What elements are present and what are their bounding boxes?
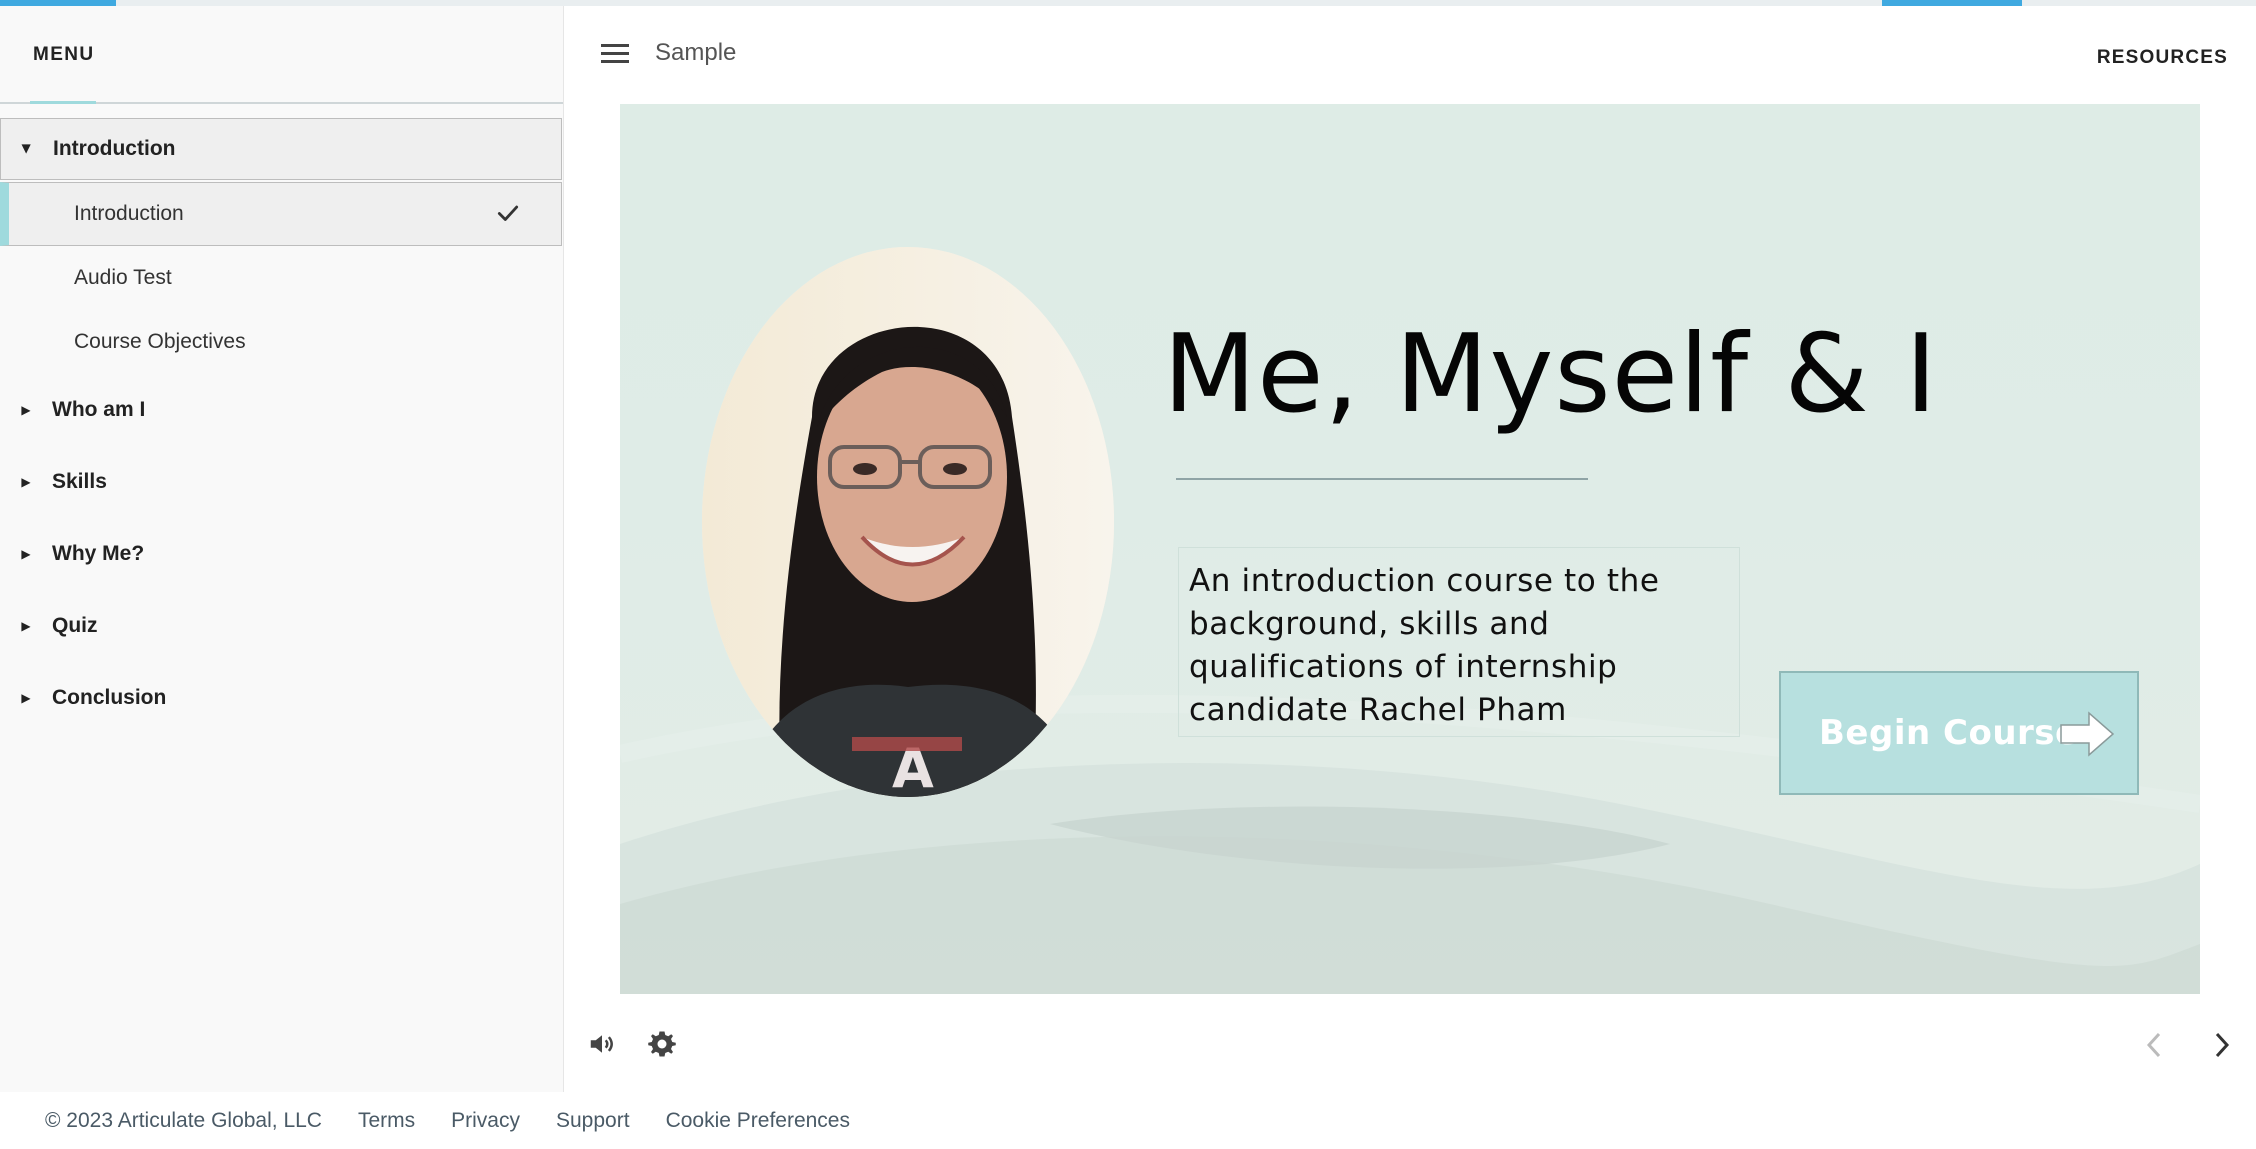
title-divider xyxy=(1176,478,1588,480)
copyright-text: © 2023 Articulate Global, LLC xyxy=(45,1108,322,1132)
footer-link-terms[interactable]: Terms xyxy=(358,1109,415,1133)
description-line: An introduction course to the xyxy=(1189,563,1660,599)
description-line: candidate Rachel Pham xyxy=(1189,692,1567,728)
section-label: Quiz xyxy=(52,614,98,637)
menu-title: MENU xyxy=(33,44,95,65)
caret-right-icon: ▶ xyxy=(21,619,31,633)
section-label: Introduction xyxy=(53,137,176,160)
description-line: background, skills and xyxy=(1189,606,1550,642)
course-title: Sample xyxy=(655,39,737,66)
caret-right-icon: ▶ xyxy=(21,475,31,489)
arrow-right-icon xyxy=(2060,711,2115,757)
caret-right-icon: ▶ xyxy=(21,691,31,705)
caret-down-icon: ▶ xyxy=(20,144,34,154)
menu-tab-indicator xyxy=(30,101,96,104)
slide-description-box: An introduction course to the background… xyxy=(1178,547,1740,737)
lesson-label: Introduction xyxy=(74,202,184,225)
sidebar-menu: MENU ▶ Introduction Introduction Audio T… xyxy=(0,6,564,1092)
section-why-me[interactable]: ▶ Why Me? xyxy=(0,518,562,590)
slide-canvas: A Me, Myself & I An introduction course … xyxy=(620,104,2200,994)
description-line: qualifications of internship xyxy=(1189,649,1618,685)
profile-photo: A xyxy=(702,247,1114,797)
chevron-left-icon[interactable] xyxy=(2142,1030,2166,1060)
page-footer: © 2023 Articulate Global, LLC Terms Priv… xyxy=(0,1092,2256,1149)
lesson-course-objectives[interactable]: Course Objectives xyxy=(0,310,562,374)
section-label: Conclusion xyxy=(52,686,167,709)
course-outline: ▶ Introduction Introduction Audio Test C… xyxy=(0,118,562,734)
volume-icon[interactable] xyxy=(587,1029,617,1059)
begin-course-button[interactable]: Begin Course xyxy=(1779,671,2139,795)
slide-title: Me, Myself & I xyxy=(1163,312,1938,437)
section-skills[interactable]: ▶ Skills xyxy=(0,446,562,518)
lesson-audio-test[interactable]: Audio Test xyxy=(0,246,562,310)
checkmark-icon xyxy=(497,205,519,221)
section-label: Skills xyxy=(52,470,107,493)
lesson-introduction[interactable]: Introduction xyxy=(0,182,562,246)
section-conclusion[interactable]: ▶ Conclusion xyxy=(0,662,562,734)
menu-header: MENU xyxy=(0,6,563,104)
section-quiz[interactable]: ▶ Quiz xyxy=(0,590,562,662)
main-header: Sample RESOURCES xyxy=(565,6,2256,104)
gear-icon[interactable] xyxy=(647,1029,677,1059)
lesson-label: Course Objectives xyxy=(74,330,246,353)
hamburger-icon[interactable] xyxy=(601,44,629,66)
section-label: Who am I xyxy=(52,398,146,421)
lesson-label: Audio Test xyxy=(74,266,172,289)
begin-course-label: Begin Course xyxy=(1819,713,2079,753)
footer-link-cookie-preferences[interactable]: Cookie Preferences xyxy=(666,1109,850,1133)
caret-right-icon: ▶ xyxy=(21,403,31,417)
app-root: MENU ▶ Introduction Introduction Audio T… xyxy=(0,0,2256,1149)
chevron-right-icon[interactable] xyxy=(2210,1030,2234,1060)
footer-link-privacy[interactable]: Privacy xyxy=(451,1109,520,1133)
section-introduction[interactable]: ▶ Introduction xyxy=(0,118,562,180)
resources-button[interactable]: RESOURCES xyxy=(2097,47,2228,69)
section-who-am-i[interactable]: ▶ Who am I xyxy=(0,374,562,446)
section-label: Why Me? xyxy=(52,542,145,565)
footer-link-support[interactable]: Support xyxy=(556,1109,630,1133)
slide-description: An introduction course to the background… xyxy=(1189,560,1729,732)
caret-right-icon: ▶ xyxy=(21,547,31,561)
player-controls xyxy=(565,1000,2256,1092)
